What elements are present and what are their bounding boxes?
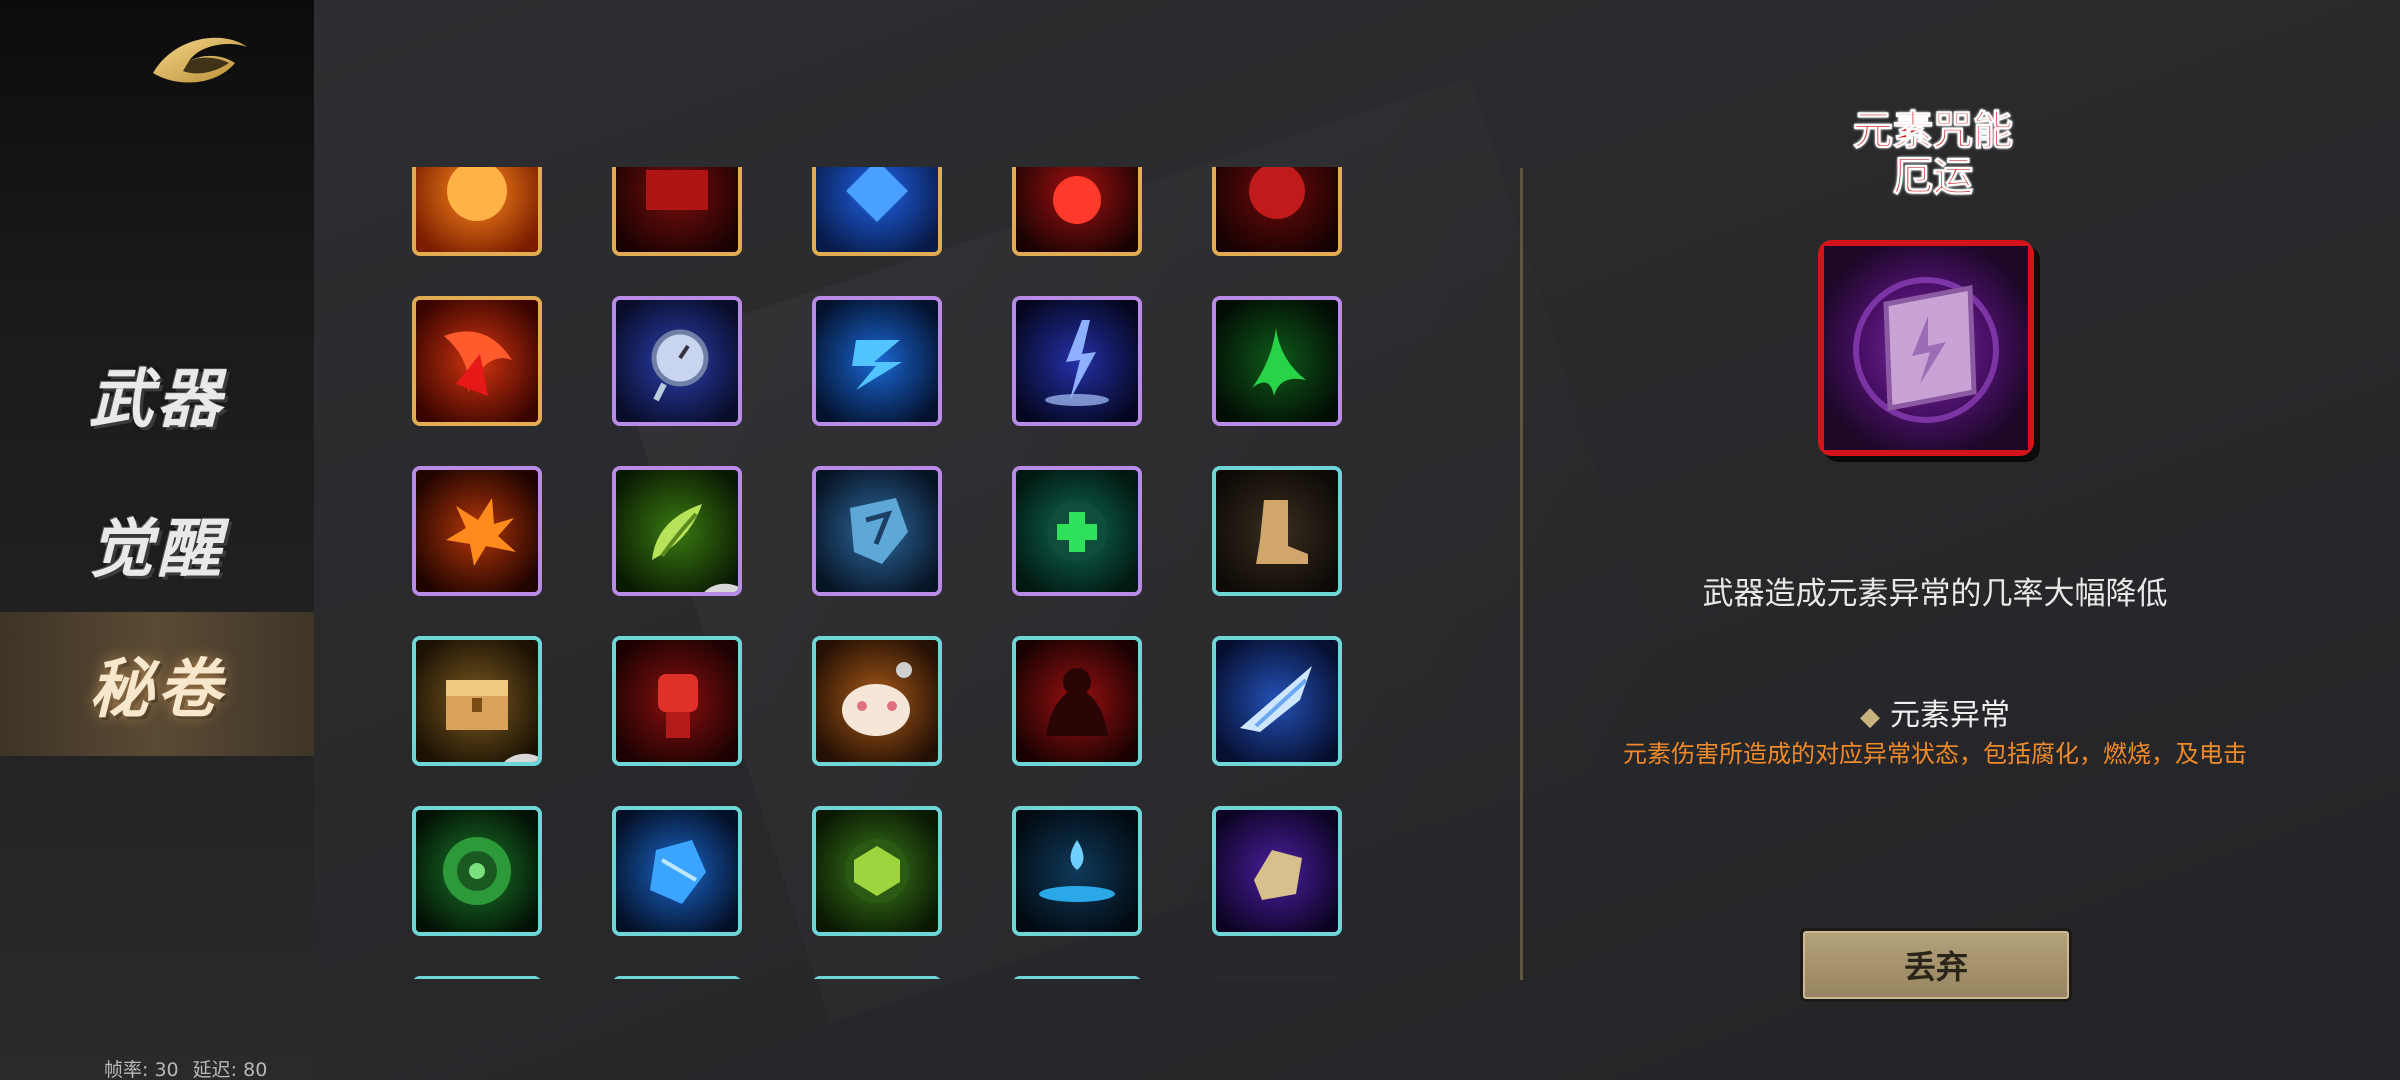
green-gem-icon[interactable] [812, 806, 942, 936]
sidebar-item-weapons[interactable]: 武器 [0, 322, 314, 466]
panel-divider [1520, 168, 1523, 980]
ice-blade-icon[interactable] [1212, 636, 1342, 766]
treasure-chest-icon[interactable] [412, 636, 542, 766]
keyword-heading: ◆ 元素异常 [1640, 690, 2230, 734]
diamond-icon: ◆ [1860, 702, 1880, 732]
lock-icon [464, 742, 538, 762]
detail-title-name: 厄运 [1893, 154, 1974, 201]
ember-icon[interactable] [412, 976, 542, 979]
item-description: 武器造成元素异常的几率大幅降低 [1702, 576, 2168, 612]
sidebar-item-label: 武器 [89, 362, 225, 437]
sidebar: 武器 觉醒 秘卷 帧率: 30 延迟: 80 [0, 0, 314, 1080]
detail-title: 元素咒能 厄运 [1733, 108, 2133, 201]
keyword-label: 元素异常 [1890, 698, 2010, 733]
ice-crystal-icon[interactable] [612, 806, 742, 936]
purple-stone-icon[interactable] [1212, 806, 1342, 936]
sidebar-item-secret-scroll[interactable]: 秘卷 [0, 612, 314, 756]
blue-crystal-icon[interactable] [812, 167, 942, 256]
sidebar-item-label: 觉醒 [89, 512, 225, 587]
green-thorn-icon[interactable] [1212, 296, 1342, 426]
fist-icon[interactable] [612, 636, 742, 766]
keyword-description: 元素伤害所造成的对应异常状态，包括腐化，燃烧，及电击 [1623, 740, 2247, 768]
scroll-grid[interactable] [395, 167, 1355, 979]
detail-title-category: 元素咒能 [1853, 108, 2014, 155]
empty-slot [1212, 976, 1342, 979]
blood-sigil-icon[interactable] [612, 167, 742, 256]
boot-icon[interactable] [1212, 466, 1342, 596]
sidebar-item-label: 秘卷 [89, 652, 225, 727]
gold-nugget-icon[interactable] [812, 976, 942, 979]
latency-readout: 延迟: 80 [192, 1059, 268, 1080]
red-orb-icon[interactable] [1212, 167, 1342, 256]
fire-burst-icon[interactable] [412, 466, 542, 596]
blue-spike-icon[interactable] [1012, 976, 1142, 979]
game-screen: 武器 觉醒 秘卷 帧率: 30 延迟: 80 元素咒能 厄运 武器造成元素异常的… [0, 0, 2400, 1080]
fps-readout: 帧率: 30 [104, 1059, 179, 1080]
fire-rune-icon[interactable] [412, 167, 542, 256]
pocket-watch-icon[interactable] [612, 296, 742, 426]
green-vortex-icon[interactable] [412, 806, 542, 936]
thunder-strike-icon[interactable] [1012, 296, 1142, 426]
cursed-card-icon [1818, 240, 2034, 456]
performance-stats: 帧率: 30 延迟: 80 [104, 1055, 275, 1080]
fire-claw-icon[interactable] [412, 296, 542, 426]
ice-shield-icon[interactable] [812, 466, 942, 596]
demon-silhouette-icon[interactable] [1012, 636, 1142, 766]
crescent-swoosh-logo-icon [145, 25, 255, 95]
water-drop-icon[interactable] [1012, 806, 1142, 936]
sidebar-item-awaken[interactable]: 觉醒 [0, 472, 314, 616]
sleeping-pet-icon[interactable] [812, 636, 942, 766]
golden-swirl-icon[interactable] [612, 976, 742, 979]
discard-button[interactable]: 丢弃 [1800, 928, 2072, 1002]
crimson-flare-icon[interactable] [1012, 167, 1142, 256]
herb-leaf-icon[interactable] [612, 466, 742, 596]
lock-icon [664, 572, 738, 592]
lightning-bolt-icon[interactable] [812, 296, 942, 426]
heal-cross-icon[interactable] [1012, 466, 1142, 596]
